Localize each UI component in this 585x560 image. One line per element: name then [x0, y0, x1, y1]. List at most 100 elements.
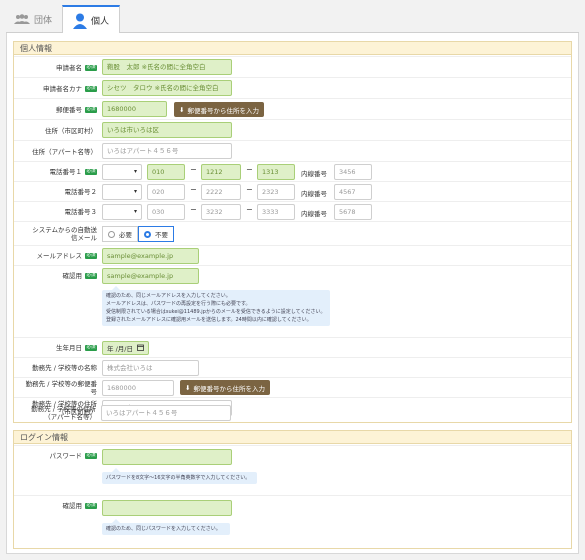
phone-1-extension[interactable]: 3456: [334, 164, 372, 180]
field-label: パスワード: [49, 452, 83, 460]
row-address-building: 住所（アパート名等） いろはアパート４５６号: [14, 140, 571, 161]
download-icon: ⬇: [185, 383, 191, 392]
email-confirm-input[interactable]: sample@example.jp: [102, 268, 199, 284]
applicant-kana-input[interactable]: シセツ タロウ ※氏名の間に全角空白: [102, 80, 232, 96]
phone-3-part-2[interactable]: 3232: [201, 204, 241, 220]
postal-code-input[interactable]: 1680000: [102, 101, 167, 117]
tab-group-label: 団体: [33, 15, 52, 26]
form-panel: 個人情報 申請者名 必須 鞄股 太郎 ※氏名の間に全角空白 申請者名カナ 必須 シセ…: [6, 33, 579, 554]
field-label: 電話番号１: [49, 168, 83, 176]
field-label: 確認用: [62, 502, 83, 510]
required-badge: 必須: [85, 345, 97, 351]
personal-info-section: 個人情報 申請者名 必須 鞄股 太郎 ※氏名の間に全角空白 申請者名カナ 必須 シセ…: [13, 41, 572, 423]
option-label: 必要: [119, 231, 132, 239]
field-label: 申請者名: [56, 63, 82, 72]
hint-line: パスワードを8文字〜16文字の半角英数字で入力してください。: [106, 475, 251, 481]
work-postal-input[interactable]: 1680000: [102, 380, 174, 396]
required-badge: 必須: [85, 64, 97, 71]
dash: −: [190, 205, 197, 214]
field-label: 確認用: [62, 272, 83, 280]
phone-2-part-3[interactable]: 2323: [257, 184, 295, 200]
field-label: 申請者名カナ: [43, 84, 82, 93]
chevron-down-icon: ▾: [133, 168, 137, 175]
field-label: 住所（市区町村）: [45, 126, 97, 135]
address-building-input[interactable]: いろはアパート４５６号: [102, 143, 232, 159]
phone-2-part-1[interactable]: 020: [147, 184, 185, 200]
birthdate-input[interactable]: 年 /月/日: [102, 341, 149, 355]
field-label: 郵便番号: [56, 105, 82, 114]
phone-2-part-2[interactable]: 2222: [201, 184, 241, 200]
phone-3-part-1[interactable]: 030: [147, 204, 185, 220]
tab-bar: 団体 個人: [6, 5, 579, 34]
hint-line: 登録されたメールアドレスに確認用メールを送信します。24時間以内に確認してくださ…: [106, 317, 312, 323]
row-phone-3: 電話番号３ ▾ 030 − 3232 − 3333 内線番号 5678: [14, 201, 571, 221]
postal-lookup-button[interactable]: ⬇ 郵便番号から住所を入力: [174, 102, 264, 117]
section-title: ログイン情報: [14, 431, 571, 444]
email-hint: 確認のため、同じメールアドレスを入力してください。 メールアドレスは、パスワード…: [102, 286, 330, 326]
chevron-down-icon: ▾: [133, 188, 137, 195]
row-applicant-kana: 申請者名カナ 必須 シセツ タロウ ※氏名の間に全角空白: [14, 77, 571, 98]
button-label: 郵便番号から住所を入力: [193, 384, 265, 393]
email-input[interactable]: sample@example.jp: [102, 248, 199, 264]
row-applicant-name: 申請者名 必須 鞄股 太郎 ※氏名の間に全角空白: [14, 56, 571, 77]
work-building-input[interactable]: いろはアパート４５６号: [101, 405, 231, 421]
phone-1-part-2[interactable]: 1212: [201, 164, 241, 180]
phone-3-type-select[interactable]: ▾: [102, 204, 142, 220]
field-label: 生年月日: [56, 344, 82, 352]
tab-personal-label: 個人: [90, 17, 109, 27]
required-badge: 必須: [85, 503, 97, 509]
hint-line: 受信制限されている場合はsukei@11489.jpからのメールを受信できるよう…: [106, 309, 326, 315]
password-confirm-input[interactable]: [102, 500, 232, 516]
field-label: 電話番号２: [64, 188, 98, 196]
required-badge: 必須: [85, 169, 97, 175]
field-label: 電話番号３: [64, 208, 98, 216]
address-city-input[interactable]: いろは市いろは区: [102, 122, 232, 138]
radio-icon: [108, 230, 115, 238]
dash: −: [246, 205, 253, 214]
field-label: 勤務先 / 学校等の名称: [32, 364, 97, 372]
calendar-icon: [137, 344, 144, 353]
phone-1-part-1[interactable]: 010: [147, 164, 185, 180]
field-label: システムからの自動送信メール: [32, 226, 97, 242]
field-label: メールアドレス: [36, 252, 83, 260]
required-badge: 必須: [85, 453, 97, 459]
tab-group[interactable]: 団体: [6, 5, 60, 33]
password-confirm-hint: 確認のため、同じパスワードを入力してください。: [102, 519, 230, 535]
person-icon: [72, 13, 87, 29]
hint-line: 確認のため、同じメールアドレスを入力してください。: [106, 293, 231, 299]
row-email: メールアドレス 必須 sample@example.jp: [14, 245, 571, 265]
phone-3-part-3[interactable]: 3333: [257, 204, 295, 220]
hint-line: メールアドレスは、パスワードの再設定を行う際にも必要です。: [106, 301, 251, 307]
radio-selected-icon: [144, 230, 151, 238]
field-label: 勤務先 / 学校等の住所（アパート名等）: [31, 405, 96, 421]
row-address-city: 住所（市区町村） いろは市いろは区: [14, 119, 571, 140]
phone-1-type-select[interactable]: ▾: [102, 164, 142, 180]
chevron-down-icon: ▾: [133, 208, 137, 215]
field-label: 勤務先 / 学校等の郵便番号: [25, 380, 97, 396]
phone-1-part-3[interactable]: 1313: [257, 164, 295, 180]
row-work-building: 勤務先 / 学校等の住所（アパート名等） いろはアパート４５６号: [13, 403, 572, 423]
applicant-name-input[interactable]: 鞄股 太郎 ※氏名の間に全角空白: [102, 59, 232, 75]
password-input[interactable]: [102, 449, 232, 465]
required-badge: 必須: [85, 106, 97, 113]
field-label: 住所（アパート名等）: [32, 147, 97, 156]
phone-2-extension[interactable]: 4567: [334, 184, 372, 200]
phone-2-type-select[interactable]: ▾: [102, 184, 142, 200]
row-email-confirm: 確認用 必須 sample@example.jp 確認のため、同じメールアドレスを…: [14, 265, 571, 337]
row-auto-mail: システムからの自動送信メール 必要 不要: [14, 221, 571, 245]
dash: −: [190, 185, 197, 194]
hint-line: 確認のため、同じパスワードを入力してください。: [106, 526, 221, 532]
required-badge: 必須: [85, 85, 97, 92]
row-work-name: 勤務先 / 学校等の名称 株式会社いろは: [14, 357, 571, 377]
login-info-section: ログイン情報 パスワード 必須 パスワードを8文字〜16文字の半角英数字で入力して…: [13, 430, 572, 549]
row-password: パスワード 必須 パスワードを8文字〜16文字の半角英数字で入力してください。: [14, 445, 571, 495]
auto-mail-option-no[interactable]: 不要: [138, 226, 174, 242]
work-postal-lookup-button[interactable]: ⬇ 郵便番号から住所を入力: [180, 380, 270, 395]
tab-personal[interactable]: 個人: [62, 5, 120, 34]
phone-3-extension[interactable]: 5678: [334, 204, 372, 220]
auto-mail-option-yes[interactable]: 必要: [102, 226, 138, 242]
extension-label: 内線番号: [301, 210, 327, 218]
required-badge: 必須: [85, 273, 97, 279]
dash: −: [190, 165, 197, 174]
work-name-input[interactable]: 株式会社いろは: [102, 360, 199, 376]
